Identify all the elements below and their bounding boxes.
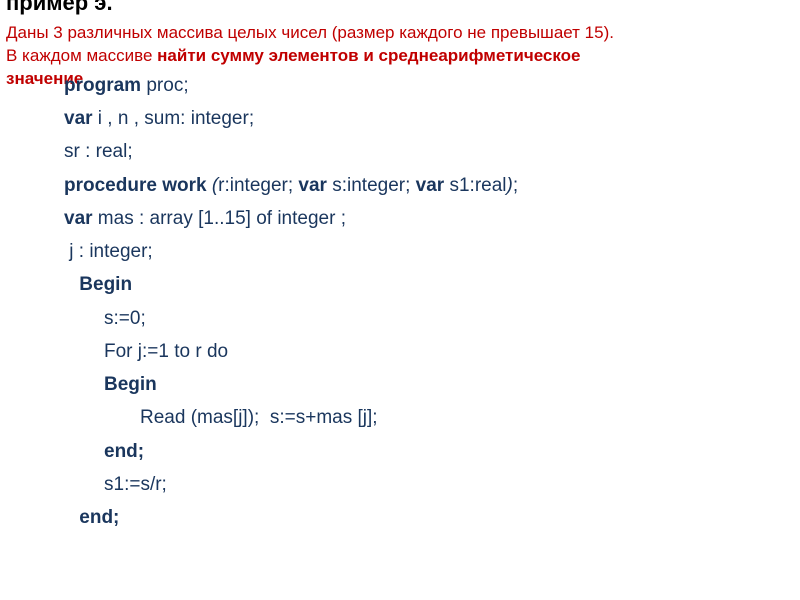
kw-begin-1: Begin — [74, 274, 132, 295]
code-line-9: For j:=1 to r do — [104, 335, 794, 368]
code-l11: Read (mas[j]); s:=s+mas [j]; — [140, 407, 378, 428]
task-line-2a: В каждом массиве — [6, 46, 157, 65]
kw-end-1: end; — [104, 441, 144, 462]
code-l3: sr : real; — [64, 141, 133, 162]
code-line-4: procedure work (r:integer; var s:integer… — [64, 169, 794, 202]
code-line-3: sr : real; — [64, 135, 794, 168]
code-block: program proc; var i , n , sum: integer; … — [64, 69, 794, 535]
code-l4c: r:integer; — [218, 175, 298, 196]
code-line-12: end; — [104, 435, 794, 468]
code-l2b: i , n , sum: integer; — [93, 108, 255, 129]
task-line-2: В каждом массиве найти сумму элементов и… — [6, 45, 794, 68]
kw-procedure: procedure work — [64, 175, 212, 196]
code-line-8: s:=0; — [104, 302, 794, 335]
code-l4e: s:integer; — [327, 175, 416, 196]
code-l4g: s1:real — [444, 175, 506, 196]
kw-end-2: end; — [74, 507, 119, 528]
code-l8: s:=0; — [104, 308, 146, 329]
code-line-11: Read (mas[j]); s:=s+mas [j]; — [140, 401, 794, 434]
code-l9: For j:=1 to r do — [104, 341, 228, 362]
kw-var-2: var — [64, 208, 93, 229]
code-l5b: mas : array [1..15] of integer ; — [93, 208, 346, 229]
content-area: Даны 3 различных массива целых чисел (ра… — [6, 22, 794, 534]
title-text: пример э. — [6, 0, 113, 15]
code-line-10: Begin — [104, 368, 794, 401]
code-line-6: j : integer; — [64, 235, 794, 268]
code-line-7: Begin — [74, 268, 794, 301]
code-l1b: proc; — [141, 75, 189, 96]
code-line-13: s1:=s/r; — [104, 468, 794, 501]
code-l6: j : integer; — [64, 241, 153, 262]
kw-var-p2: var — [416, 175, 445, 196]
code-l13: s1:=s/r; — [104, 474, 167, 495]
task-line-1: Даны 3 различных массива целых чисел (ра… — [6, 22, 794, 45]
code-line-1: program proc; — [64, 69, 794, 102]
task-line-2b: найти сумму элементов и среднеарифметиче… — [157, 46, 580, 65]
code-line-14: end; — [74, 501, 794, 534]
kw-begin-2: Begin — [104, 374, 157, 395]
kw-var-1: var — [64, 108, 93, 129]
kw-var-p1: var — [298, 175, 327, 196]
code-line-5: var mas : array [1..15] of integer ; — [64, 202, 794, 235]
code-l4i: ; — [513, 175, 518, 196]
kw-program: program — [64, 75, 141, 96]
example-title: пример э. — [6, 0, 794, 20]
code-line-2: var i , n , sum: integer; — [64, 102, 794, 135]
